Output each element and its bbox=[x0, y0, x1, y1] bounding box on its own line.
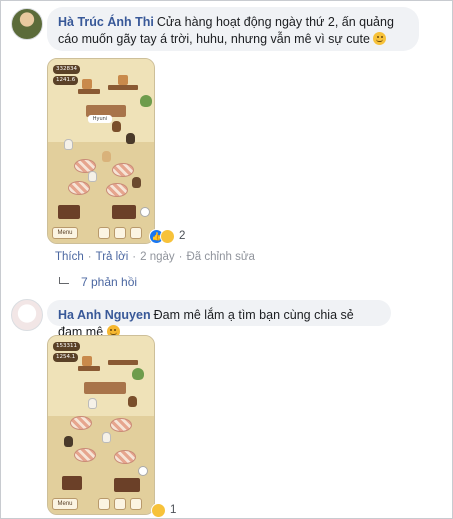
edit-icon bbox=[98, 227, 110, 239]
cat-icon bbox=[102, 151, 111, 162]
table bbox=[112, 163, 134, 177]
comment-bubble: Ha Anh Nguyen Đam mê lắm ạ tìm bạn cùng c… bbox=[47, 300, 391, 339]
counter bbox=[112, 205, 136, 219]
attached-game-screenshot[interactable]: 153311 1254.1 Menu bbox=[47, 335, 155, 515]
comment-author[interactable]: Hà Trúc Ánh Thi bbox=[58, 15, 154, 29]
avatar[interactable] bbox=[11, 8, 43, 40]
counter bbox=[58, 205, 80, 219]
haha-icon bbox=[160, 228, 175, 244]
table bbox=[110, 418, 132, 432]
pot-icon bbox=[82, 356, 92, 366]
cat-icon bbox=[88, 398, 97, 409]
pot-icon bbox=[118, 75, 128, 85]
haha-icon bbox=[151, 502, 166, 518]
attached-game-screenshot[interactable]: 332834 1241.6 Hyuni Menu bbox=[47, 58, 155, 244]
table bbox=[114, 450, 136, 464]
cat-icon bbox=[64, 436, 73, 447]
coin-counter: 153311 bbox=[53, 342, 80, 351]
heart-counter: 1254.1 bbox=[53, 353, 79, 362]
comment-bubble: Hà Trúc Ánh Thi Cửa hàng hoạt động ngày t… bbox=[47, 7, 419, 51]
reaction-summary[interactable]: 1 bbox=[151, 501, 176, 519]
edit-icon bbox=[98, 498, 110, 510]
comment-thread: Hà Trúc Ánh Thi Cửa hàng hoạt động ngày t… bbox=[0, 0, 453, 519]
shelf bbox=[108, 85, 138, 90]
comment-actions: Thích · Trả lời · 2 ngày · Đã chỉnh sửa bbox=[55, 251, 255, 263]
cat-icon bbox=[132, 177, 141, 188]
shop-sign: Hyuni bbox=[88, 115, 112, 123]
shelf bbox=[78, 366, 100, 371]
like-link[interactable]: Thích bbox=[55, 251, 84, 263]
shop-icon bbox=[130, 498, 142, 510]
shop-icon bbox=[130, 227, 142, 239]
comment-author[interactable]: Ha Anh Nguyen bbox=[58, 308, 151, 322]
coin-counter: 332834 bbox=[53, 65, 80, 74]
cat-icon bbox=[64, 139, 73, 150]
table bbox=[70, 416, 92, 430]
cat-icon bbox=[128, 396, 137, 407]
counter bbox=[62, 476, 82, 490]
tools-icon bbox=[114, 498, 126, 510]
table bbox=[74, 448, 96, 462]
menu-button: Menu bbox=[52, 498, 78, 510]
pleading-face-emoji bbox=[373, 32, 387, 45]
gift-icon bbox=[138, 466, 148, 476]
avatar[interactable] bbox=[11, 299, 43, 331]
counter bbox=[114, 478, 140, 492]
reaction-count: 2 bbox=[179, 230, 186, 242]
table bbox=[68, 181, 90, 195]
tools-icon bbox=[114, 227, 126, 239]
shelf bbox=[108, 360, 138, 365]
plant-icon bbox=[132, 368, 144, 380]
shelf bbox=[78, 89, 100, 94]
plant-icon bbox=[140, 95, 152, 107]
view-replies-link[interactable]: 7 phản hồi bbox=[59, 275, 137, 289]
cat-icon bbox=[102, 432, 111, 443]
pot-icon bbox=[82, 79, 92, 89]
gift-icon bbox=[140, 207, 150, 217]
reaction-count: 1 bbox=[170, 504, 177, 516]
counter bbox=[84, 382, 126, 394]
comment-time[interactable]: 2 ngày bbox=[140, 251, 175, 263]
reply-arrow-icon bbox=[59, 276, 69, 284]
menu-button: Menu bbox=[52, 227, 78, 239]
reply-link[interactable]: Trả lời bbox=[96, 251, 129, 263]
heart-counter: 1241.6 bbox=[53, 76, 79, 85]
table bbox=[106, 183, 128, 197]
reaction-summary[interactable]: 👍 2 bbox=[149, 227, 185, 245]
cat-icon bbox=[112, 121, 121, 132]
cat-icon bbox=[126, 133, 135, 144]
cat-icon bbox=[88, 171, 97, 182]
replies-count-label: 7 phản hồi bbox=[81, 275, 138, 289]
edited-label[interactable]: Đã chỉnh sửa bbox=[187, 251, 255, 263]
